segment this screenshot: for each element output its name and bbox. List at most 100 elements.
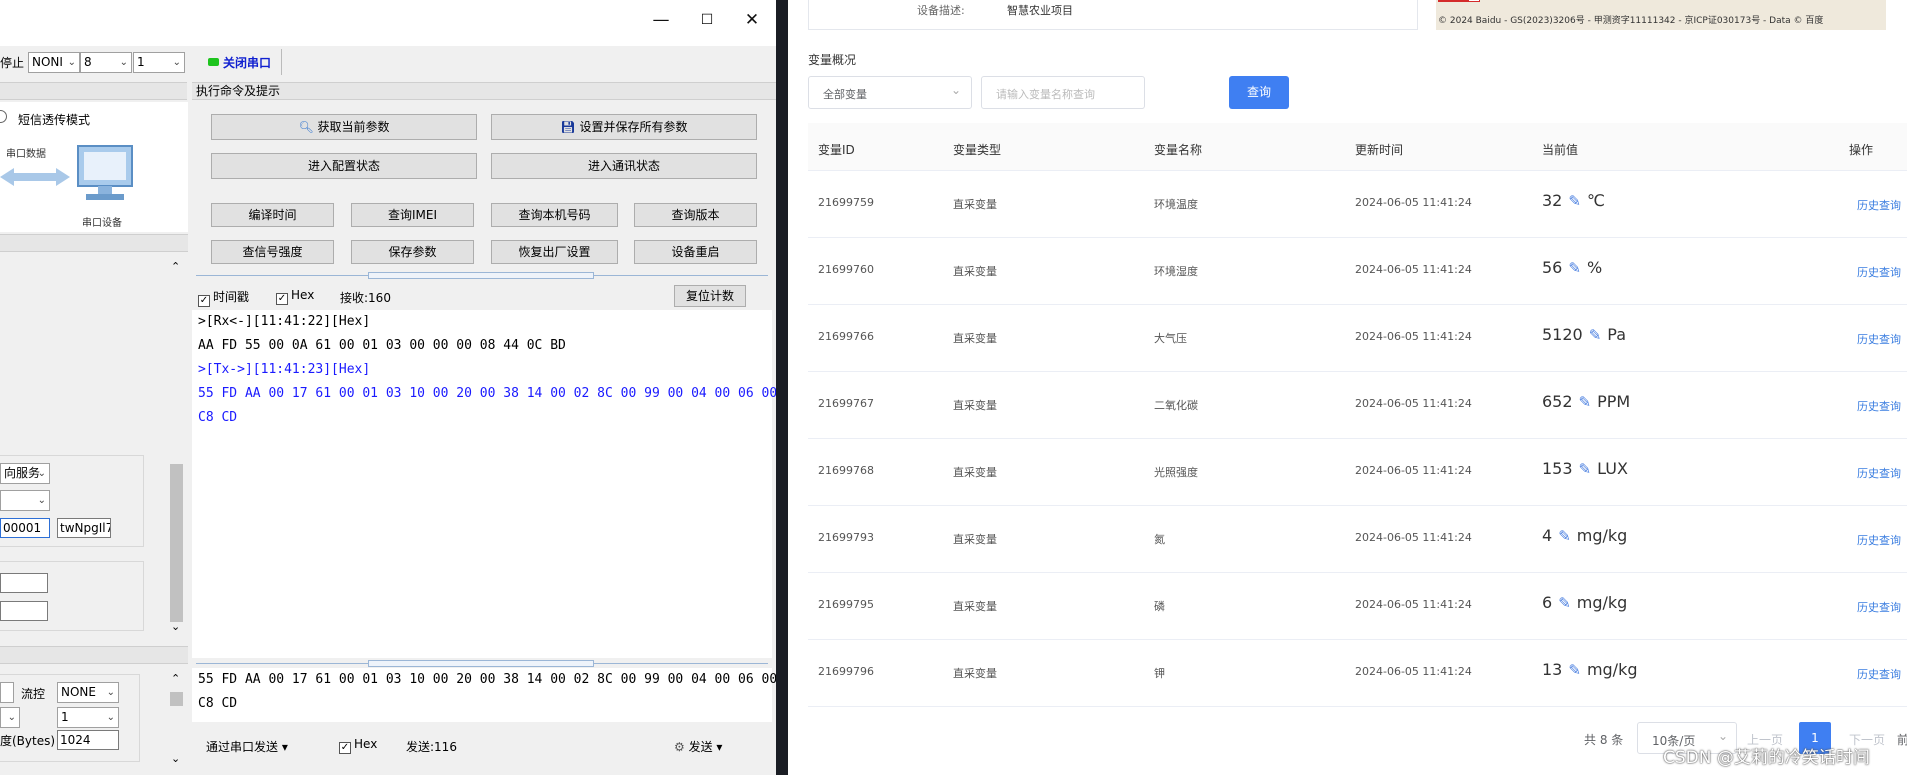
history-query-link[interactable]: 历史查询 (1857, 532, 1901, 548)
stopbits-select[interactable]: 1 ⌄ (133, 52, 185, 73)
edit-pencil-icon[interactable]: ✎ (1568, 259, 1581, 277)
current-value-cell: 13 ✎ mg/kg (1542, 660, 1638, 679)
col-action-header: 操作 (1849, 143, 1874, 157)
port-status-led-icon (208, 58, 219, 66)
serial-device-label: 串口设备 (82, 218, 122, 229)
scroll-up-icon-2[interactable]: ⌃ (171, 672, 180, 685)
variable-type: 直采变量 (953, 198, 997, 211)
server-select[interactable]: 向服务 ⌄ (0, 463, 50, 484)
monitor-icon (77, 145, 133, 200)
flow-select[interactable]: NONE ⌄ (57, 682, 119, 703)
close-port-button[interactable]: 关闭串口 (196, 49, 282, 75)
left-section-header-3 (0, 646, 188, 664)
variable-filter-select[interactable]: 全部变量 ⌄ (808, 76, 972, 109)
history-query-link[interactable]: 历史查询 (1857, 331, 1901, 347)
databits-select[interactable]: 8 ⌄ (80, 52, 132, 73)
edit-pencil-icon[interactable]: ✎ (1558, 527, 1571, 545)
get-params-button[interactable]: 🔍︎ 获取当前参数 (211, 114, 477, 140)
scroll-thumb[interactable] (170, 464, 183, 622)
map-widget[interactable]: © 2024 Baidu - GS(2023)3206号 - 甲测资字11111… (1436, 0, 1886, 30)
compile-time-button[interactable]: 编译时间 (211, 203, 334, 227)
send-textarea[interactable]: 55 FD AA 00 17 61 00 01 03 10 00 20 00 3… (192, 668, 776, 722)
scroll-down-icon[interactable]: ⌄ (171, 620, 180, 633)
settings-scrollbar[interactable]: ⌃ ⌄ (168, 258, 185, 636)
id-input[interactable]: 00001 (0, 518, 50, 538)
edit-pencil-icon[interactable]: ✎ (1558, 594, 1571, 612)
current-value: 652 (1542, 392, 1573, 411)
reset-count-button[interactable]: 复位计数 (674, 285, 746, 307)
enter-config-button[interactable]: 进入配置状态 (211, 153, 477, 179)
extra-input-2[interactable] (0, 601, 48, 621)
search-doc-icon: 🔍︎ (298, 120, 318, 134)
scroll-up-icon[interactable]: ⌃ (171, 260, 180, 273)
current-value: 6 (1542, 593, 1553, 612)
splitter-grip-bottom[interactable] (368, 660, 594, 667)
sms-mode-radio[interactable] (0, 110, 7, 123)
flow-select-2[interactable]: 1 ⌄ (57, 707, 119, 728)
rx-hex-checkbox[interactable]: ✓ Hex (276, 288, 314, 305)
table-row: 21699768 直采变量 光照强度 2024-06-05 11:41:24 153 ✎ L… (808, 439, 1907, 506)
minimize-icon[interactable]: — (644, 8, 678, 32)
close-icon[interactable]: ✕ (735, 8, 769, 32)
settings-panel: 向服务 ⌄ ⌄ 00001 twNpgIl7 (0, 255, 168, 635)
receive-bar: ✓ 时间戳 ✓ Hex 接收:160 复位计数 (196, 284, 774, 308)
receive-terminal[interactable]: >[Rx<-][11:41:22][Hex] AA FD 55 00 0A 61… (192, 310, 776, 658)
query-signal-button[interactable]: 查信号强度 (211, 240, 334, 264)
pagination-total: 共 8 条 (1584, 733, 1624, 747)
edit-pencil-icon[interactable]: ✎ (1568, 661, 1581, 679)
factory-reset-button[interactable]: 恢复出厂设置 (491, 240, 618, 264)
send-button[interactable]: ⚙ 发送 ▾ (674, 738, 722, 755)
receive-count: 接收:160 (340, 291, 391, 305)
enter-comm-button[interactable]: 进入通讯状态 (491, 153, 757, 179)
save-all-button[interactable]: 💾︎ 设置并保存所有参数 (491, 114, 757, 140)
protocol-select[interactable]: ⌄ (0, 490, 50, 511)
search-button[interactable]: 查询 (1229, 76, 1289, 109)
password-input[interactable]: twNpgIl7 (57, 518, 111, 538)
history-query-link[interactable]: 历史查询 (1857, 264, 1901, 280)
send-hex-checkbox[interactable]: ✓ Hex (339, 737, 377, 754)
edit-pencil-icon[interactable]: ✎ (1579, 393, 1592, 411)
value-unit: Pa (1607, 325, 1627, 344)
device-restart-button[interactable]: 设备重启 (634, 240, 757, 264)
baidu-logo-paw-icon (1468, 0, 1480, 2)
timestamp-checkbox[interactable]: ✓ 时间戳 (198, 288, 249, 307)
flow-panel: 流控 NONE ⌄ ⌄ 1 ⌄ 度(Bytes) 1024 ⌃ ⌄ (0, 672, 190, 775)
query-version-button[interactable]: 查询版本 (634, 203, 757, 227)
history-query-link[interactable]: 历史查询 (1857, 599, 1901, 615)
goto-label: 前 (1897, 733, 1907, 747)
send-via-select[interactable]: 通过串口发送 ▾ (206, 738, 288, 755)
edit-pencil-icon[interactable]: ✎ (1579, 460, 1592, 478)
rx-data: AA FD 55 00 0A 61 00 01 03 00 00 00 08 4… (198, 338, 566, 353)
tx-data-line-2: C8 CD (198, 410, 238, 425)
save-params-button[interactable]: 保存参数 (351, 240, 474, 264)
history-query-link[interactable]: 历史查询 (1857, 666, 1901, 682)
extra-input-1[interactable] (0, 573, 48, 593)
left-select-2[interactable]: ⌄ (0, 707, 20, 728)
tx-data-line-1: 55 FD AA 00 17 61 00 01 03 10 00 20 00 3… (198, 386, 776, 401)
maximize-icon[interactable]: ☐ (690, 8, 724, 32)
current-value-cell: 6 ✎ mg/kg (1542, 593, 1627, 612)
history-query-link[interactable]: 历史查询 (1857, 465, 1901, 481)
length-input[interactable]: 1024 (57, 730, 119, 750)
history-query-link[interactable]: 历史查询 (1857, 398, 1901, 414)
device-desc-label: 设备描述: (917, 4, 965, 17)
history-query-link[interactable]: 历史查询 (1857, 197, 1901, 213)
variable-search-input[interactable]: 请输入变量名称查询 (981, 76, 1145, 109)
serial-toolbar: 停止 NONI ⌄ 8 ⌄ 1 ⌄ 关闭串口 (0, 48, 776, 78)
scroll-down-icon-2[interactable]: ⌄ (171, 752, 180, 765)
flow-scrollbar[interactable]: ⌃ ⌄ (168, 672, 185, 770)
query-number-button[interactable]: 查询本机号码 (491, 203, 618, 227)
edit-pencil-icon[interactable]: ✎ (1568, 192, 1581, 210)
edit-pencil-icon[interactable]: ✎ (1589, 326, 1602, 344)
chevron-down-icon: ⌄ (951, 83, 962, 97)
current-value: 32 (1542, 191, 1563, 210)
left-section-header (0, 82, 187, 100)
scroll-thumb-2[interactable] (170, 692, 183, 706)
query-imei-button[interactable]: 查询IMEI (351, 203, 474, 227)
value-unit: mg/kg (1586, 660, 1638, 679)
parity-select[interactable]: NONI ⌄ (28, 52, 80, 73)
left-select-1[interactable] (0, 682, 14, 703)
device-desc-value: 智慧农业项目 (1007, 4, 1073, 17)
col-id-header: 变量ID (818, 143, 855, 157)
splitter-grip-top[interactable] (368, 272, 594, 279)
